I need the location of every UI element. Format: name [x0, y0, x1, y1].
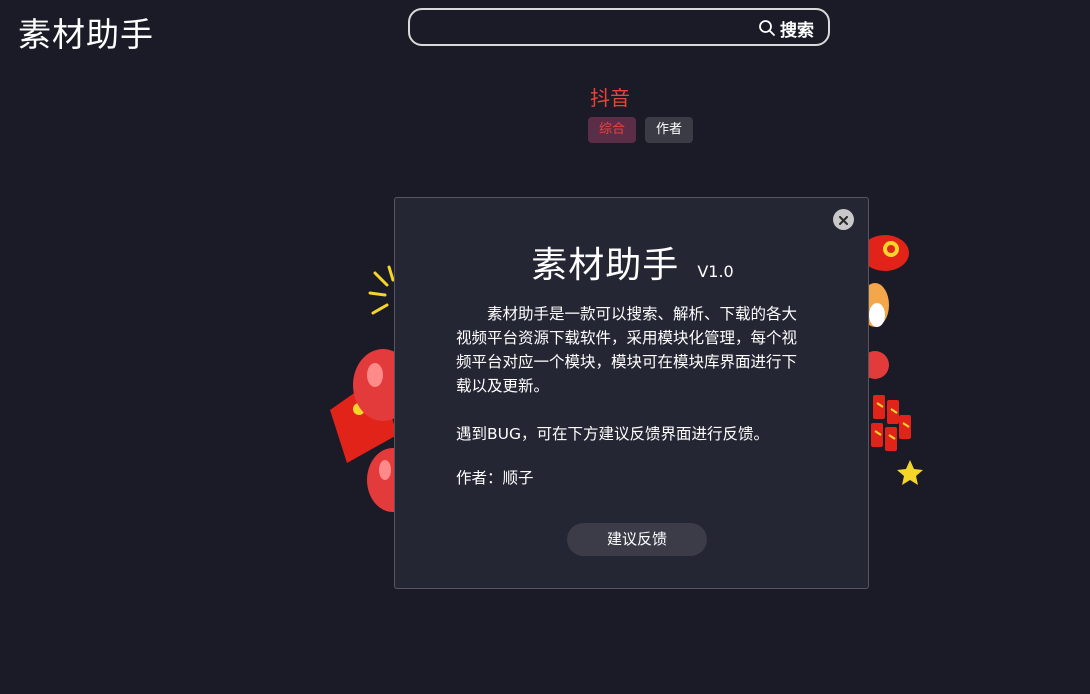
tab-comprehensive[interactable]: 综合	[588, 117, 637, 143]
description-text: 素材助手是一款可以搜索、解析、下载的各大视频平台资源下载软件，采用模块化管理，每…	[456, 305, 798, 395]
app-window: 素材助手 搜索 抖音 综合 作者 素材助手 V1.0 素材助手是一款可以搜索、解…	[0, 0, 1090, 694]
search-input[interactable]	[424, 16, 748, 42]
app-title: 素材助手	[18, 15, 154, 54]
bug-note-text: 遇到BUG，可在下方建议反馈界面进行反馈。	[456, 425, 769, 443]
dialog-header: 素材助手 V1.0	[395, 236, 870, 288]
dialog-title: 素材助手	[531, 245, 680, 286]
tab-author[interactable]: 作者	[645, 117, 694, 143]
dialog-body: 素材助手是一款可以搜索、解析、下载的各大视频平台资源下载软件，采用模块化管理，每…	[456, 302, 806, 490]
feedback-button[interactable]: 建议反馈	[567, 523, 707, 556]
search-box: 搜索	[408, 8, 830, 46]
search-button[interactable]: 搜索	[758, 16, 814, 41]
about-dialog: 素材助手 V1.0 素材助手是一款可以搜索、解析、下载的各大视频平台资源下载软件…	[394, 197, 869, 589]
close-button[interactable]	[833, 209, 854, 230]
search-icon	[758, 19, 776, 37]
close-icon	[839, 210, 848, 229]
platform-title: 抖音	[590, 86, 630, 110]
author-text: 作者：顺子	[456, 469, 534, 487]
platform-tabs: 综合 作者	[588, 117, 694, 143]
search-button-label: 搜索	[780, 20, 814, 41]
version-label: V1.0	[697, 262, 734, 281]
